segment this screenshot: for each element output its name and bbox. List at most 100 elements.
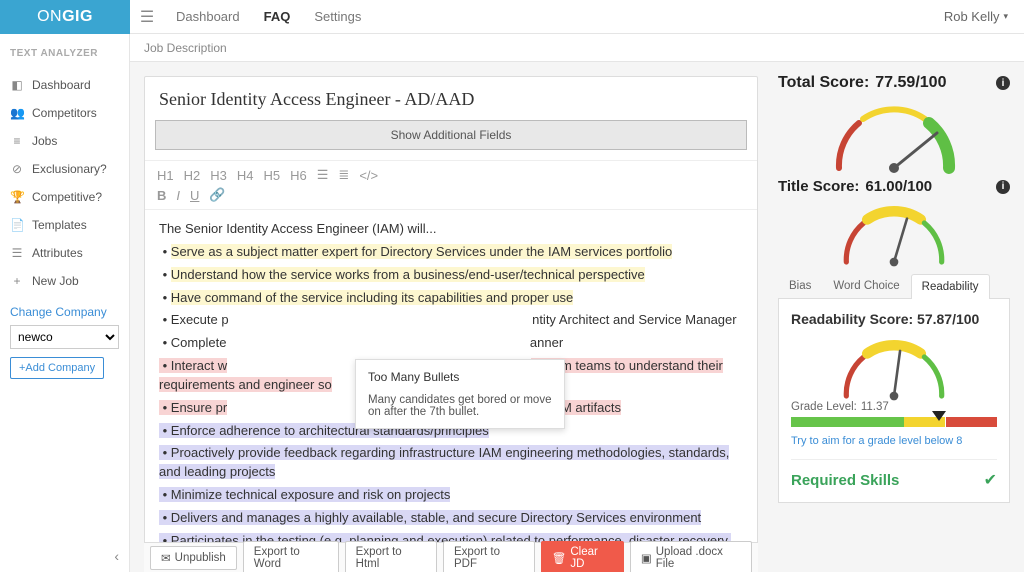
sidebar-item-label: Competitive? [32, 190, 102, 204]
grade-hint-link[interactable]: Try to aim for a grade level below 8 [791, 435, 997, 447]
sidebar-item-attributes[interactable]: ☰ Attributes [10, 239, 119, 267]
bars-icon: ☰ [10, 246, 24, 260]
menu-toggle-icon[interactable]: ☰ [130, 0, 164, 34]
readability-score-label: Readability Score: [791, 311, 913, 327]
upload-docx-button[interactable]: ▣ Upload .docx File [630, 541, 752, 572]
change-company-link[interactable]: Change Company [10, 305, 119, 319]
tooltip-body: Many candidates get bored or move on aft… [368, 394, 552, 418]
sidebar-item-templates[interactable]: 📄Templates [10, 211, 119, 239]
breadcrumb: Job Description [130, 34, 1024, 62]
content-row: Senior Identity Access Engineer - AD/AAD… [130, 62, 1024, 572]
bullet-line: • Minimize technical exposure and risk o… [159, 486, 743, 505]
readability-score-heading: Readability Score: 57.87/100 [791, 311, 997, 327]
sidebar-item-label: Dashboard [32, 78, 91, 92]
btn-label: Unpublish [175, 552, 226, 564]
info-icon[interactable]: i [996, 76, 1010, 90]
job-title: Senior Identity Access Engineer - AD/AAD [145, 77, 757, 120]
bullet-line: • Understand how the service works from … [159, 266, 743, 285]
ordered-list-icon[interactable]: ≣ [338, 167, 349, 183]
tooltip-too-many-bullets: Too Many Bullets Many candidates get bor… [355, 359, 565, 429]
score-tabs: Bias Word Choice Readability [778, 273, 1010, 299]
italic-icon[interactable]: I [176, 188, 180, 203]
btn-label: Clear JD [570, 546, 613, 570]
bullet-text-pre: Execute p [171, 312, 229, 327]
plus-icon: + [10, 274, 24, 288]
upload-icon: ▣ [641, 551, 652, 565]
bullet-line: • Serve as a subject matter expert for D… [159, 243, 743, 262]
nav-dashboard[interactable]: Dashboard [176, 9, 240, 24]
heading-h4[interactable]: H4 [237, 168, 254, 183]
title-score-heading: Title Score: 61.00/100 i [778, 178, 1010, 195]
file-icon: 📄 [10, 218, 24, 232]
total-score-heading: Total Score: 77.59/100 i [778, 74, 1010, 92]
clear-jd-button[interactable]: 🗑Clear JD [541, 541, 624, 572]
bullet-text-pre: Ensure pr [171, 400, 227, 415]
grade-level-value: 11.37 [861, 401, 889, 413]
heading-h6[interactable]: H6 [290, 168, 307, 183]
bullet-list-icon[interactable]: ☰ [317, 167, 329, 183]
bullet-text: Understand how the service works from a … [171, 267, 645, 282]
nav-faq[interactable]: FAQ [264, 9, 291, 24]
intro-line: The Senior Identity Access Engineer (IAM… [159, 220, 743, 239]
logo[interactable]: ONGIG [0, 0, 130, 34]
bullet-line: • Delivers and manages a highly availabl… [159, 509, 743, 528]
sidebar-item-dashboard[interactable]: ◧ Dashboard [10, 71, 119, 99]
info-icon[interactable]: i [996, 180, 1010, 194]
logo-gig: GIG [62, 8, 93, 26]
check-icon: ✔ [984, 470, 997, 490]
company-select[interactable]: newco [10, 325, 119, 349]
sidebar-item-label: New Job [32, 274, 79, 288]
sidebar-item-label: Competitors [32, 106, 97, 120]
bullet-line: • Execute pXXXXXXXXXXXXXXXXXXXXXXXXXXXXX… [159, 311, 743, 330]
editor-card: Senior Identity Access Engineer - AD/AAD… [144, 76, 758, 572]
list-icon: ≡ [10, 134, 24, 148]
score-panel: Total Score: 77.59/100 i Title Scor [768, 62, 1024, 572]
link-icon[interactable]: 🔗 [209, 187, 225, 203]
bullet-text: Serve as a subject matter expert for Dir… [171, 244, 672, 259]
heading-h1[interactable]: H1 [157, 168, 174, 183]
export-pdf-button[interactable]: Export to PDF [443, 541, 535, 572]
grade-level-bar [791, 417, 997, 427]
editor-column: Senior Identity Access Engineer - AD/AAD… [130, 62, 768, 572]
heading-h3[interactable]: H3 [210, 168, 227, 183]
btn-label: Upload .docx File [656, 546, 741, 570]
heading-h5[interactable]: H5 [264, 168, 281, 183]
bold-icon[interactable]: B [157, 188, 166, 203]
tab-readability[interactable]: Readability [911, 274, 990, 299]
export-bar: ✉Unpublish Export to Word Export to Html… [144, 542, 758, 572]
bullet-text-post: ntity Architect and Service Manager [532, 312, 737, 327]
breadcrumb-text: Job Description [144, 41, 227, 55]
readability-score-value: 57.87/100 [917, 311, 979, 327]
tab-bias[interactable]: Bias [778, 273, 822, 298]
bullet-line: • Proactively provide feedback regarding… [159, 444, 743, 482]
sidebar-item-exclusionary[interactable]: ⊘Exclusionary? [10, 155, 119, 183]
code-icon[interactable]: </> [359, 168, 378, 183]
show-additional-button[interactable]: Show Additional Fields [155, 120, 747, 150]
bullet-line: • CompleteXXXXXXXXXXXXXXXXXXXXXXXXXXXXXX… [159, 334, 743, 353]
bullet-text-pre: Complete [171, 335, 227, 350]
sidebar-item-competitive[interactable]: 🏆Competitive? [10, 183, 119, 211]
bullet-text-pre: Interact w [171, 358, 227, 373]
sidebar-item-jobs[interactable]: ≡Jobs [10, 127, 119, 155]
unpublish-button[interactable]: ✉Unpublish [150, 546, 237, 570]
export-html-button[interactable]: Export to Html [345, 541, 437, 572]
sidebar-item-label: Attributes [32, 246, 83, 260]
nav-settings[interactable]: Settings [314, 9, 361, 24]
add-company-button[interactable]: +Add Company [10, 357, 104, 379]
user-dropdown[interactable]: Rob Kelly ▾ [944, 9, 1008, 24]
required-skills-row[interactable]: Required Skills ✔ [791, 459, 997, 490]
sidebar-item-new-job[interactable]: + New Job [10, 267, 119, 295]
underline-icon[interactable]: U [190, 188, 199, 203]
heading-h2[interactable]: H2 [184, 168, 201, 183]
bullet-text: Proactively provide feedback regarding i… [159, 445, 729, 479]
bullet-text-post: anner [530, 335, 563, 350]
total-score-value: 77.59/100 [875, 74, 946, 92]
caret-down-icon: ▾ [1003, 11, 1008, 22]
sidebar-item-competitors[interactable]: 👥Competitors [10, 99, 119, 127]
main: Job Description Senior Identity Access E… [130, 34, 1024, 572]
sidebar-collapse-icon[interactable]: ‹ [114, 548, 119, 564]
tab-word-choice[interactable]: Word Choice [822, 273, 910, 298]
dashboard-icon: ◧ [10, 78, 24, 92]
bullet-text: Delivers and manages a highly available,… [171, 510, 701, 525]
export-word-button[interactable]: Export to Word [243, 541, 339, 572]
